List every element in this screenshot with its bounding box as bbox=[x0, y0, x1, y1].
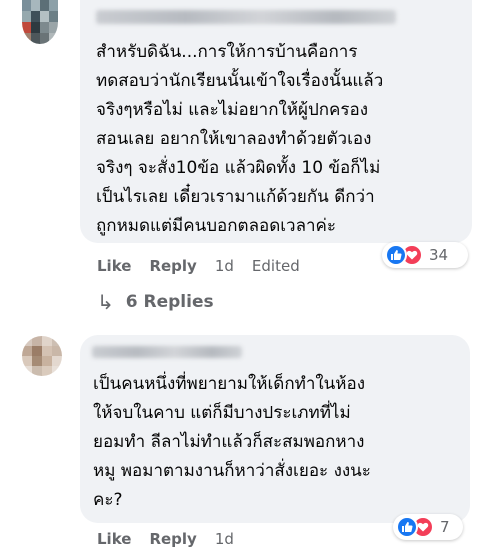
comment-line: ทดสอบว่านักเรียนนั้นเข้าใจเรื่องนั้นแล้ว bbox=[96, 71, 384, 91]
comment-line: จริงๆ จะสั่ง10ข้อ แล้วผิดทั้ง 10 ข้อก็ไม… bbox=[96, 158, 381, 178]
comment-actions: Like Reply 1d Edited bbox=[97, 257, 300, 275]
like-icon bbox=[385, 244, 407, 266]
reaction-count: 7 bbox=[440, 518, 450, 536]
commenter-avatar[interactable] bbox=[22, 336, 62, 376]
commenter-avatar[interactable] bbox=[22, 0, 58, 44]
reply-button[interactable]: Reply bbox=[149, 530, 196, 548]
comment-line: คะ? bbox=[93, 490, 123, 510]
like-button[interactable]: Like bbox=[97, 530, 131, 548]
comment-line: ถูกหมดแต่มีคนบอกตลอดเวลาค่ะ bbox=[96, 216, 337, 236]
reaction-summary[interactable]: 34 bbox=[382, 242, 468, 268]
edited-label: Edited bbox=[251, 257, 300, 275]
like-button[interactable]: Like bbox=[97, 257, 131, 275]
like-icon bbox=[396, 516, 418, 538]
commenter-name-redacted[interactable] bbox=[96, 10, 396, 24]
comment-line: สอนเลย อยากให้เขาลองทำด้วยตัวเอง bbox=[96, 129, 372, 149]
reply-button[interactable]: Reply bbox=[149, 257, 196, 275]
comment-line: ยอมทำ ลีลาไม่ทำแล้วก็สะสมพอกหาง bbox=[93, 432, 365, 452]
comment-timestamp[interactable]: 1d bbox=[215, 257, 234, 275]
commenter-name-redacted[interactable] bbox=[92, 346, 242, 358]
comment-timestamp[interactable]: 1d bbox=[215, 530, 234, 548]
comment-line: เป็นคนหนึ่งที่พยายามให้เด็กทำในห้อง bbox=[93, 374, 366, 394]
comment-line: ให้จบในคาบ แต่ก็มีบางประเภทที่ไม่ bbox=[93, 403, 351, 423]
comment-text: สำหรับดิฉัน...การให้การบ้านคือการ ทดสอบว… bbox=[96, 38, 383, 241]
comment-line: หมู พอมาตามงานก็หาว่าสั่งเยอะ งงนะ bbox=[93, 461, 371, 481]
comment-actions: Like Reply 1d bbox=[97, 530, 234, 548]
comment-line: สำหรับดิฉัน...การให้การบ้านคือการ bbox=[96, 42, 358, 62]
replies-count-label: 6 Replies bbox=[125, 292, 214, 312]
view-replies-link[interactable]: ↳ 6 Replies bbox=[97, 290, 214, 314]
reply-arrow-icon: ↳ bbox=[97, 290, 114, 314]
reaction-summary[interactable]: 7 bbox=[393, 514, 463, 540]
comment-line: เป็นไรเลย เดี๋ยวเรามาแก้ด้วยกัน ดีกว่า bbox=[96, 187, 375, 207]
comment-text: เป็นคนหนึ่งที่พยายามให้เด็กทำในห้อง ให้จ… bbox=[93, 370, 371, 515]
comment-line: จริงๆหรือไม่ และไม่อยากให้ผู้ปกครอง bbox=[96, 100, 369, 120]
reaction-count: 34 bbox=[429, 246, 449, 264]
